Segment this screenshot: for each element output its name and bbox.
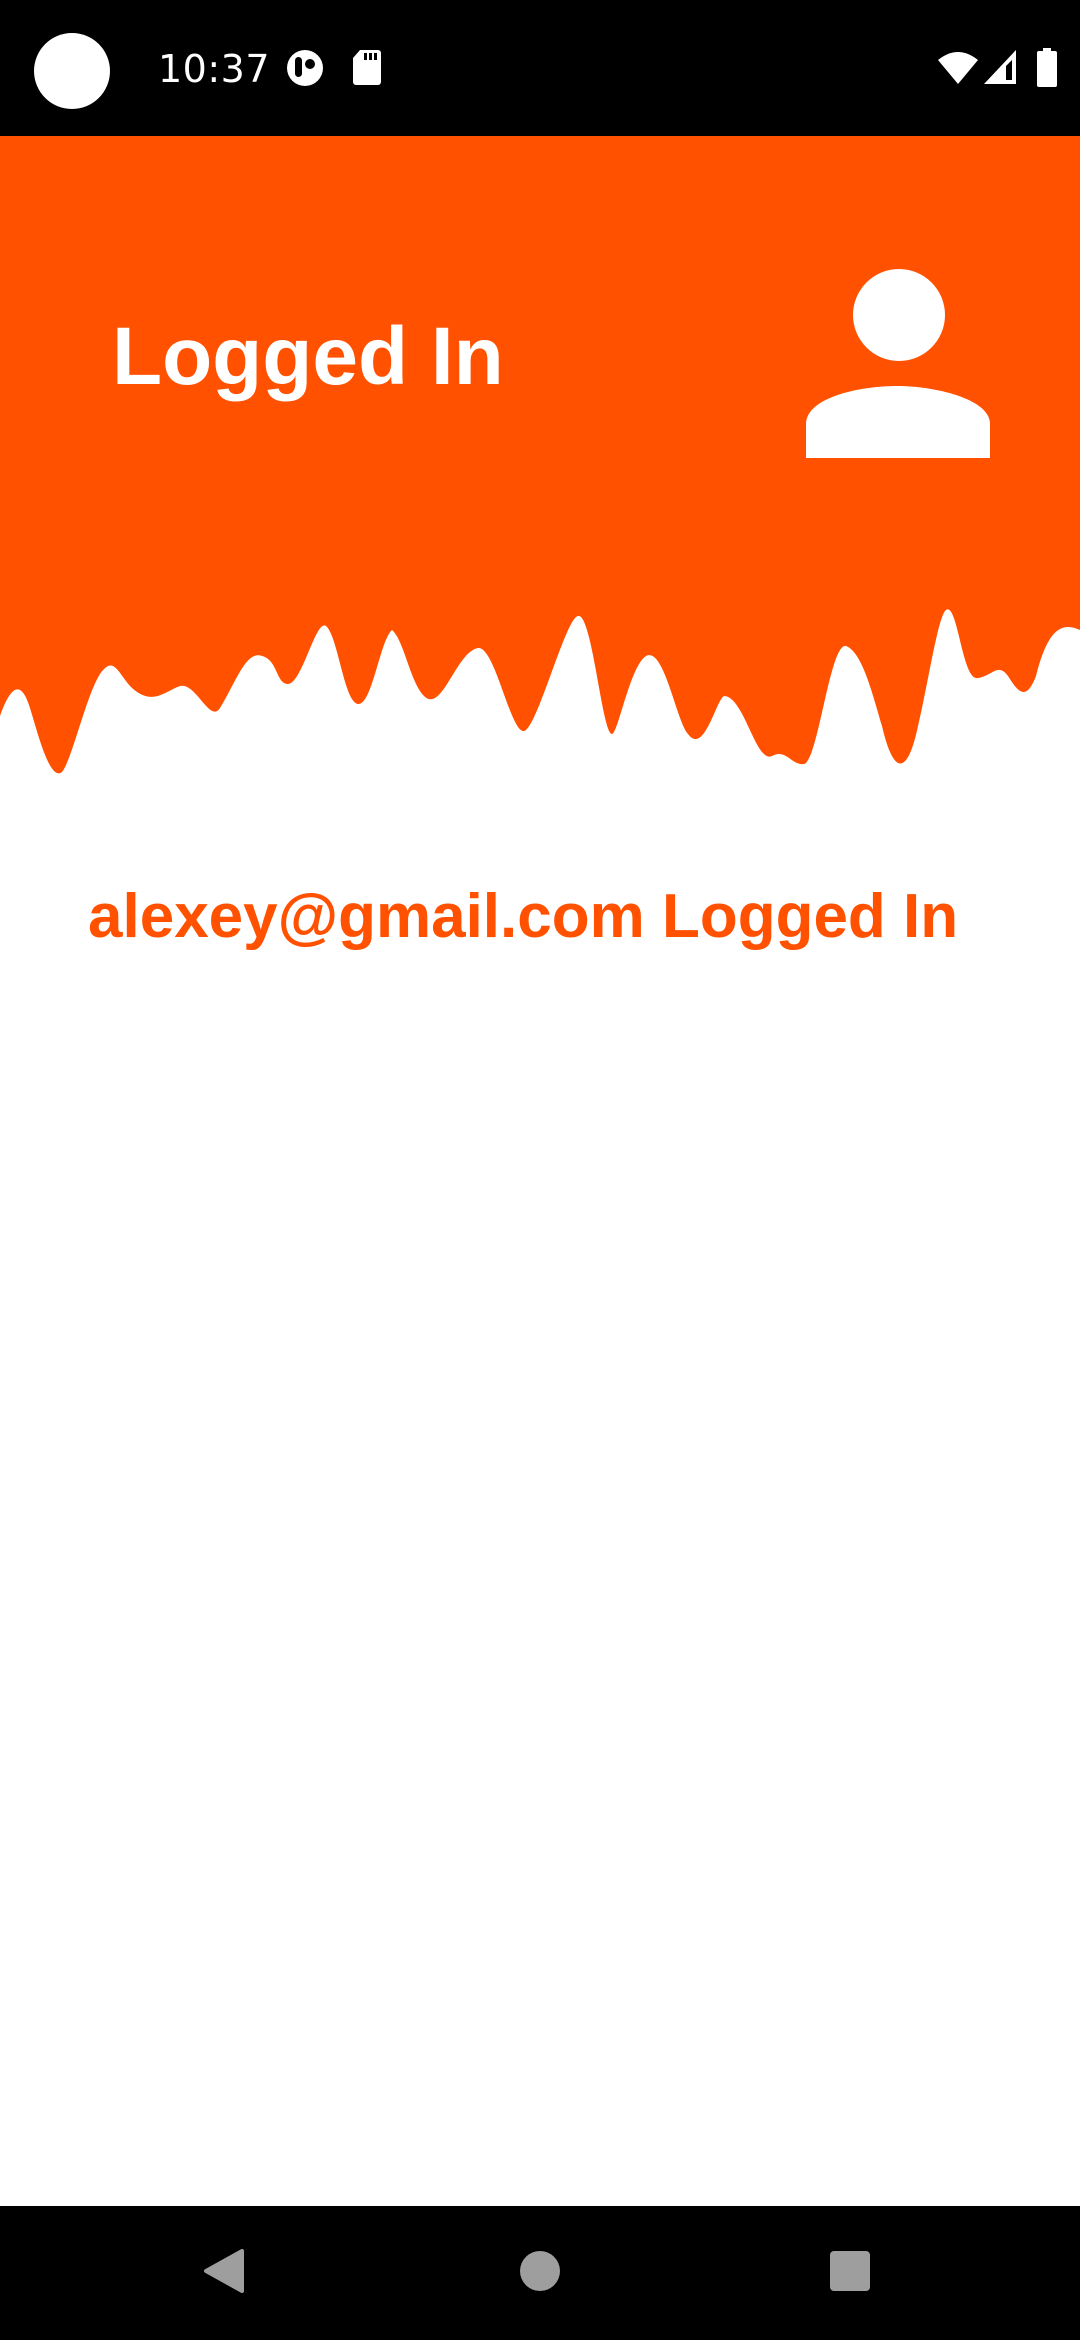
wifi-icon bbox=[936, 48, 980, 91]
recents-icon bbox=[828, 2249, 872, 2298]
back-button[interactable] bbox=[144, 2206, 304, 2340]
person-icon bbox=[806, 268, 992, 458]
pocket-casts-icon bbox=[286, 48, 324, 93]
home-icon bbox=[519, 2250, 561, 2297]
battery-icon bbox=[1036, 48, 1058, 93]
sd-card-icon bbox=[352, 48, 382, 91]
login-status-message: alexey@gmail.com Logged In bbox=[88, 882, 959, 951]
home-button[interactable] bbox=[460, 2206, 620, 2340]
header-title: Logged In bbox=[112, 311, 504, 402]
status-bar: 10:37 bbox=[0, 0, 1080, 136]
navigation-bar bbox=[0, 2206, 1080, 2340]
camera-cutout bbox=[34, 33, 110, 109]
cell-signal-icon bbox=[982, 48, 1018, 91]
header-background bbox=[0, 136, 1080, 774]
status-time: 10:37 bbox=[158, 47, 271, 91]
app-screen: 10:37 Logged In alexey@gmail.com Logged … bbox=[0, 0, 1080, 2340]
recents-button[interactable] bbox=[770, 2206, 930, 2340]
back-icon bbox=[202, 2247, 246, 2300]
header: Logged In bbox=[0, 136, 1080, 786]
